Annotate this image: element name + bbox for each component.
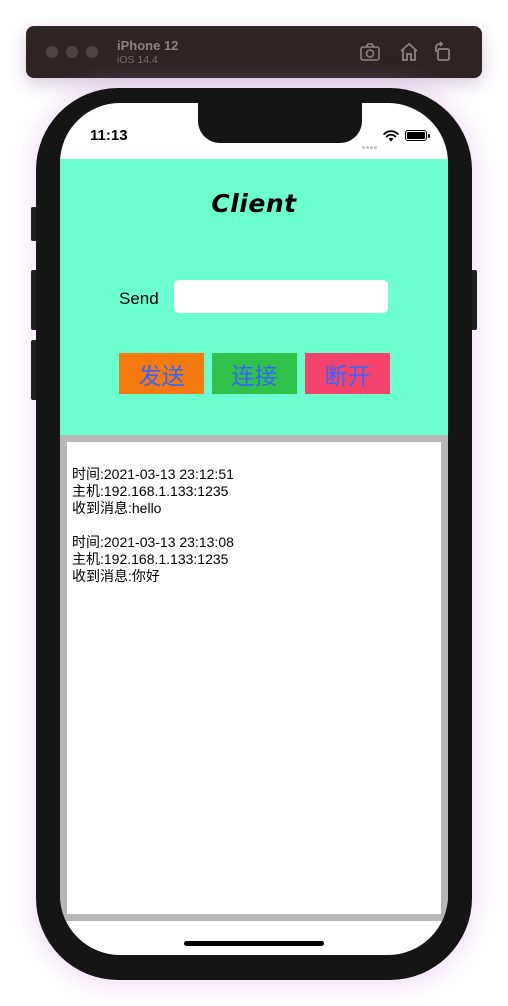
app-title: Client [211, 189, 297, 218]
log-time: 时间:2021-03-13 23:13:08 [72, 534, 234, 550]
home-indicator[interactable] [184, 941, 324, 946]
phone-screen: 11:13 Client Send 发送 连接 断开 时间:2021-03-13… [60, 103, 448, 955]
stage: iPhone 12 iOS 14.4 11:13 Client Send 发送 … [0, 0, 508, 1006]
send-button[interactable]: 发送 [119, 353, 204, 394]
simulator-toolbar: iPhone 12 iOS 14.4 [26, 26, 482, 78]
close-window-dot[interactable] [46, 46, 58, 58]
os-version: iOS 14.4 [117, 54, 158, 66]
send-input[interactable] [174, 280, 388, 313]
wifi-icon [383, 129, 399, 142]
minimize-window-dot[interactable] [66, 46, 78, 58]
screenshot-icon[interactable] [358, 40, 382, 64]
log-host: 主机:192.168.1.133:1235 [72, 551, 229, 567]
log-entry: 时间:2021-03-13 23:12:51 主机:192.168.1.133:… [72, 466, 234, 517]
message-list: 时间:2021-03-13 23:12:51 主机:192.168.1.133:… [72, 466, 234, 585]
home-icon[interactable] [397, 40, 421, 64]
send-label: Send [119, 289, 159, 308]
notch [198, 103, 362, 143]
rotate-icon[interactable] [431, 40, 455, 64]
battery-icon [405, 130, 430, 141]
app-header: Client Send 发送 连接 断开 [60, 159, 448, 435]
log-message: 收到消息:你好 [72, 568, 160, 584]
device-name: iPhone 12 [117, 38, 179, 53]
status-time: 11:13 [90, 127, 128, 144]
cellular-signal-icon [362, 136, 380, 149]
log-host: 主机:192.168.1.133:1235 [72, 483, 229, 499]
log-message: 收到消息:hello [72, 500, 162, 516]
message-log-frame: 时间:2021-03-13 23:12:51 主机:192.168.1.133:… [60, 435, 448, 921]
log-time: 时间:2021-03-13 23:12:51 [72, 466, 234, 482]
disconnect-button[interactable]: 断开 [305, 353, 390, 394]
connect-button[interactable]: 连接 [212, 353, 297, 394]
log-entry: 时间:2021-03-13 23:13:08 主机:192.168.1.133:… [72, 534, 234, 585]
message-log[interactable]: 时间:2021-03-13 23:12:51 主机:192.168.1.133:… [67, 442, 441, 914]
zoom-window-dot[interactable] [86, 46, 98, 58]
